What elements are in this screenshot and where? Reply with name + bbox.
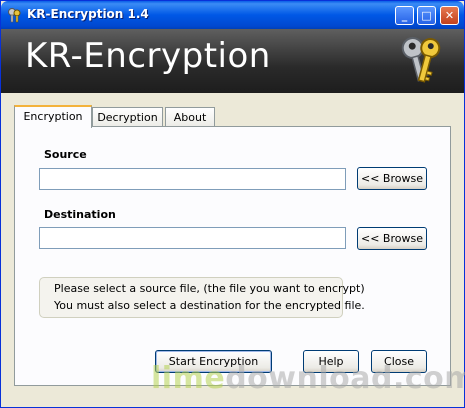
- source-label: Source: [44, 148, 87, 161]
- destination-field[interactable]: [39, 227, 346, 249]
- tab-about[interactable]: About: [165, 107, 215, 127]
- banner-title: KR-Encryption: [25, 36, 271, 76]
- source-browse-button[interactable]: << Browse: [357, 167, 427, 190]
- window-title: KR-Encryption 1.4: [27, 7, 149, 21]
- watermark-part1: lime: [151, 361, 226, 396]
- keys-icon: [8, 8, 21, 23]
- title-bar[interactable]: KR-Encryption 1.4 _ □ ✕: [1, 1, 464, 29]
- app-window: KR-Encryption 1.4 _ □ ✕ KR-Encryption En…: [0, 0, 465, 408]
- minimize-button[interactable]: _: [395, 6, 414, 25]
- info-line-2: You must also select a destination for t…: [54, 299, 365, 312]
- destination-label: Destination: [44, 208, 116, 221]
- source-field[interactable]: [39, 168, 346, 190]
- destination-browse-button[interactable]: << Browse: [357, 227, 427, 250]
- close-window-button[interactable]: ✕: [440, 6, 459, 25]
- watermark-logo: limedownload.com: [151, 361, 465, 396]
- maximize-button[interactable]: □: [417, 6, 436, 25]
- tab-encryption[interactable]: Encryption: [14, 105, 92, 128]
- info-box: Please select a source file, (the file y…: [39, 277, 365, 318]
- keys-icon: [401, 37, 441, 83]
- tab-decryption[interactable]: Decryption: [92, 107, 163, 127]
- encryption-panel: [14, 126, 451, 386]
- header-banner: KR-Encryption: [1, 29, 464, 93]
- watermark-part2: download.com: [225, 361, 465, 396]
- info-line-1: Please select a source file, (the file y…: [54, 282, 365, 295]
